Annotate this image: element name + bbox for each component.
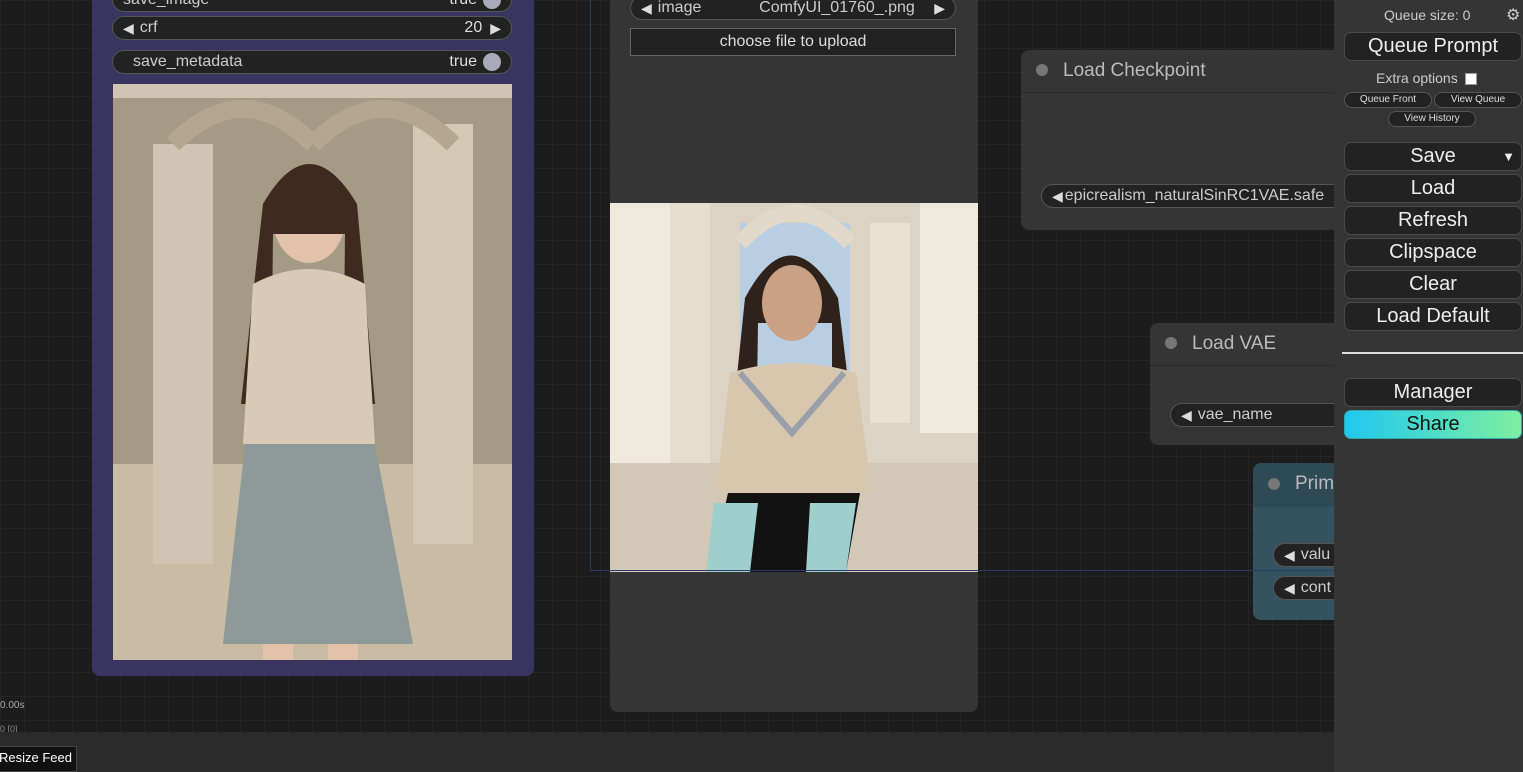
load-vae-node[interactable]: Load VAE ◀ vae_name [1150, 323, 1350, 445]
node-collapse-dot-icon[interactable] [1036, 64, 1048, 76]
decrement-arrow-icon[interactable]: ◀ [123, 20, 134, 37]
save-video-node[interactable]: save_image true ◀ crf 20 ▶ save_metadata… [92, 0, 534, 676]
selection-outline [590, 0, 591, 570]
load-vae-title: Load VAE [1192, 333, 1277, 354]
image-combo-value: ComfyUI_01760_.png [759, 0, 915, 16]
prev-arrow-icon[interactable]: ◀ [1052, 188, 1063, 205]
manager-label: Manager [1393, 381, 1473, 403]
clear-label: Clear [1409, 273, 1457, 295]
time-stat-secondary: 0 [0] [0, 724, 18, 732]
ckpt-name-value: epicrealism_naturalSinRC1VAE.safe [1064, 187, 1325, 204]
image-combo-label: image [657, 0, 702, 16]
load-checkpoint-node[interactable]: Load Checkpoint ◀ epicrealism_naturalSin… [1021, 50, 1351, 230]
clipspace-label: Clipspace [1389, 241, 1477, 263]
control-label: cont [1300, 579, 1332, 596]
view-history-button[interactable]: View History [1388, 111, 1476, 127]
queue-front-button[interactable]: Queue Front [1344, 92, 1432, 108]
toggle-knob-icon [483, 53, 501, 71]
menu-divider [1342, 352, 1523, 354]
prev-arrow-icon[interactable]: ◀ [1181, 407, 1192, 424]
prev-arrow-icon[interactable]: ◀ [1284, 547, 1295, 564]
refresh-label: Refresh [1397, 209, 1469, 231]
bottom-bar [0, 732, 1334, 772]
queue-front-label: Queue Front [1359, 94, 1417, 105]
time-stat: 0.00s [0, 700, 25, 711]
save-image-toggle[interactable]: save_image true [112, 0, 512, 12]
loaded-image-preview [610, 203, 978, 572]
load-button[interactable]: Load [1344, 174, 1522, 203]
vae-name-combo[interactable]: ◀ vae_name [1170, 403, 1350, 427]
view-queue-label: View Queue [1450, 94, 1506, 105]
load-image-node[interactable]: ◀ image ComfyUI_01760_.png ▶ choose file… [610, 0, 978, 712]
refresh-button[interactable]: Refresh [1344, 206, 1522, 235]
node-collapse-dot-icon[interactable] [1165, 337, 1177, 349]
extra-options-label: Extra options [1376, 70, 1458, 86]
clipspace-button[interactable]: Clipspace [1344, 238, 1522, 267]
save-metadata-value: true [449, 53, 477, 70]
value-label: valu [1300, 546, 1331, 563]
save-button[interactable]: Save ▼ [1344, 142, 1522, 171]
dropdown-arrow-icon[interactable]: ▼ [1502, 143, 1515, 170]
upload-button[interactable]: choose file to upload [630, 28, 956, 56]
save-metadata-label: save_metadata [133, 53, 243, 70]
load-default-label: Load Default [1376, 305, 1490, 327]
manager-button[interactable]: Manager [1344, 378, 1522, 407]
view-history-label: View History [1404, 113, 1460, 124]
crf-number-widget[interactable]: ◀ crf 20 ▶ [112, 16, 512, 40]
video-preview-image [113, 84, 512, 660]
resize-feed-button[interactable]: Resize Feed [0, 746, 77, 772]
side-menu: Queue size: 0 ⚙ Queue Prompt Extra optio… [1334, 0, 1523, 772]
save-metadata-toggle[interactable]: save_metadata true [112, 50, 512, 74]
vae-name-label: vae_name [1197, 406, 1273, 423]
image-combo-widget[interactable]: ◀ image ComfyUI_01760_.png ▶ [630, 0, 956, 20]
queue-prompt-button[interactable]: Queue Prompt [1344, 32, 1522, 61]
share-button[interactable]: Share [1344, 410, 1522, 439]
load-label: Load [1410, 177, 1456, 199]
prev-arrow-icon[interactable]: ◀ [1284, 580, 1295, 597]
clear-button[interactable]: Clear [1344, 270, 1522, 299]
gear-icon[interactable]: ⚙ [1506, 5, 1520, 25]
load-checkpoint-title: Load Checkpoint [1063, 60, 1206, 81]
crf-value: 20 [464, 19, 483, 36]
increment-arrow-icon[interactable]: ▶ [490, 20, 501, 37]
save-image-label: save_image [123, 0, 449, 9]
crf-label: crf [139, 19, 158, 36]
next-arrow-icon[interactable]: ▶ [934, 0, 945, 17]
load-default-button[interactable]: Load Default [1344, 302, 1522, 331]
share-label: Share [1406, 413, 1460, 435]
toggle-knob-icon [483, 0, 501, 9]
primitive-title: Prim [1295, 473, 1335, 494]
view-queue-button[interactable]: View Queue [1434, 92, 1522, 108]
queue-size-label: Queue size: 0 [1384, 7, 1471, 23]
save-image-value: true [449, 0, 477, 9]
queue-prompt-label: Queue Prompt [1367, 35, 1499, 57]
save-label: Save [1410, 145, 1456, 167]
selection-outline [590, 570, 1334, 571]
upload-button-label: choose file to upload [719, 33, 867, 50]
extra-options-checkbox[interactable] [1464, 73, 1477, 86]
resize-feed-label: Resize Feed [0, 750, 72, 765]
ckpt-name-combo[interactable]: ◀ epicrealism_naturalSinRC1VAE.safe [1041, 184, 1351, 208]
prev-arrow-icon[interactable]: ◀ [641, 0, 652, 17]
node-collapse-dot-icon[interactable] [1268, 478, 1280, 490]
extra-options-row: Extra options [1376, 70, 1477, 86]
